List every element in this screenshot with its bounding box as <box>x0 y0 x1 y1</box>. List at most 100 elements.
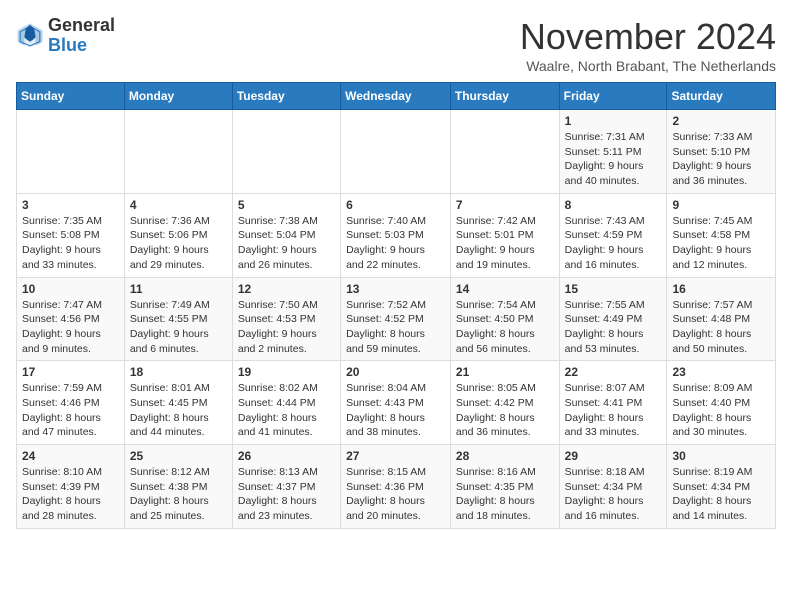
day-number: 12 <box>238 282 335 296</box>
day-number: 11 <box>130 282 227 296</box>
calendar-cell: 22Sunrise: 8:07 AM Sunset: 4:41 PM Dayli… <box>559 361 667 445</box>
day-info: Sunrise: 7:59 AM Sunset: 4:46 PM Dayligh… <box>22 381 119 440</box>
day-info: Sunrise: 7:49 AM Sunset: 4:55 PM Dayligh… <box>130 298 227 357</box>
calendar-cell: 3Sunrise: 7:35 AM Sunset: 5:08 PM Daylig… <box>17 193 125 277</box>
calendar-cell: 14 Sunrise: 7:54 AM Sunset: 4:50 PM Dayli… <box>450 277 559 361</box>
day-number: 26 <box>238 449 335 463</box>
day-info: Sunrise: 8:15 AM Sunset: 4:36 PM Dayligh… <box>346 465 445 524</box>
day-number: 24 <box>22 449 119 463</box>
logo-blue: Blue <box>48 35 87 55</box>
day-number: 8 <box>565 198 662 212</box>
calendar-cell: 21 Sunrise: 8:05 AM Sunset: 4:42 PM Dayli… <box>450 361 559 445</box>
calendar-cell <box>17 110 125 194</box>
calendar-cell: 28Sunrise: 8:16 AM Sunset: 4:35 PM Dayli… <box>450 445 559 529</box>
weekday-header-sunday: Sunday <box>17 83 125 110</box>
calendar-cell: 10Sunrise: 7:47 AM Sunset: 4:56 PM Dayli… <box>17 277 125 361</box>
day-number: 23 <box>672 365 770 379</box>
logo-general: General <box>48 15 115 35</box>
day-info: Sunrise: 7:31 AM Sunset: 5:11 PM Dayligh… <box>565 130 662 189</box>
day-info: Sunrise: 7:36 AM Sunset: 5:06 PM Dayligh… <box>130 214 227 273</box>
day-number: 16 <box>672 282 770 296</box>
day-number: 17 <box>22 365 119 379</box>
calendar-cell: 26 Sunrise: 8:13 AM Sunset: 4:37 PM Dayli… <box>232 445 340 529</box>
calendar-cell: 17 Sunrise: 7:59 AM Sunset: 4:46 PM Dayli… <box>17 361 125 445</box>
day-info: Sunrise: 8:16 AM Sunset: 4:35 PM Dayligh… <box>456 465 554 524</box>
weekday-header-monday: Monday <box>124 83 232 110</box>
calendar-cell <box>450 110 559 194</box>
calendar-week-row: 17 Sunrise: 7:59 AM Sunset: 4:46 PM Dayli… <box>17 361 776 445</box>
calendar-cell: 13 Sunrise: 7:52 AM Sunset: 4:52 PM Dayli… <box>341 277 451 361</box>
day-number: 20 <box>346 365 445 379</box>
day-number: 27 <box>346 449 445 463</box>
day-info: Sunrise: 7:45 AM Sunset: 4:58 PM Dayligh… <box>672 214 770 273</box>
day-number: 1 <box>565 114 662 128</box>
calendar-cell: 7 Sunrise: 7:42 AM Sunset: 5:01 PM Daylig… <box>450 193 559 277</box>
day-info: Sunrise: 8:12 AM Sunset: 4:38 PM Dayligh… <box>130 465 227 524</box>
day-number: 25 <box>130 449 227 463</box>
day-info: Sunrise: 8:05 AM Sunset: 4:42 PM Dayligh… <box>456 381 554 440</box>
day-info: Sunrise: 8:02 AM Sunset: 4:44 PM Dayligh… <box>238 381 335 440</box>
calendar-cell: 27 Sunrise: 8:15 AM Sunset: 4:36 PM Dayli… <box>341 445 451 529</box>
day-number: 30 <box>672 449 770 463</box>
calendar-cell <box>232 110 340 194</box>
day-info: Sunrise: 7:40 AM Sunset: 5:03 PM Dayligh… <box>346 214 445 273</box>
day-info: Sunrise: 8:10 AM Sunset: 4:39 PM Dayligh… <box>22 465 119 524</box>
calendar-cell: 18Sunrise: 8:01 AM Sunset: 4:45 PM Dayli… <box>124 361 232 445</box>
day-info: Sunrise: 7:38 AM Sunset: 5:04 PM Dayligh… <box>238 214 335 273</box>
calendar-cell: 2 Sunrise: 7:33 AM Sunset: 5:10 PM Daylig… <box>667 110 776 194</box>
logo: General Blue <box>16 16 115 56</box>
page-header: General Blue November 2024 Waalre, North… <box>16 16 776 74</box>
day-info: Sunrise: 8:13 AM Sunset: 4:37 PM Dayligh… <box>238 465 335 524</box>
day-number: 14 <box>456 282 554 296</box>
calendar-week-row: 10Sunrise: 7:47 AM Sunset: 4:56 PM Dayli… <box>17 277 776 361</box>
calendar-cell <box>341 110 451 194</box>
calendar-week-row: 24 Sunrise: 8:10 AM Sunset: 4:39 PM Dayli… <box>17 445 776 529</box>
weekday-header-saturday: Saturday <box>667 83 776 110</box>
day-info: Sunrise: 8:19 AM Sunset: 4:34 PM Dayligh… <box>672 465 770 524</box>
day-info: Sunrise: 7:47 AM Sunset: 4:56 PM Dayligh… <box>22 298 119 357</box>
day-info: Sunrise: 7:54 AM Sunset: 4:50 PM Dayligh… <box>456 298 554 357</box>
day-info: Sunrise: 7:55 AM Sunset: 4:49 PM Dayligh… <box>565 298 662 357</box>
weekday-header-wednesday: Wednesday <box>341 83 451 110</box>
day-number: 13 <box>346 282 445 296</box>
day-info: Sunrise: 8:04 AM Sunset: 4:43 PM Dayligh… <box>346 381 445 440</box>
day-number: 21 <box>456 365 554 379</box>
day-info: Sunrise: 7:50 AM Sunset: 4:53 PM Dayligh… <box>238 298 335 357</box>
calendar-cell: 6Sunrise: 7:40 AM Sunset: 5:03 PM Daylig… <box>341 193 451 277</box>
day-info: Sunrise: 8:18 AM Sunset: 4:34 PM Dayligh… <box>565 465 662 524</box>
weekday-header-tuesday: Tuesday <box>232 83 340 110</box>
day-number: 29 <box>565 449 662 463</box>
logo-text: General Blue <box>48 16 115 56</box>
day-number: 4 <box>130 198 227 212</box>
weekday-header-thursday: Thursday <box>450 83 559 110</box>
weekday-header-friday: Friday <box>559 83 667 110</box>
calendar-cell: 16 Sunrise: 7:57 AM Sunset: 4:48 PM Dayli… <box>667 277 776 361</box>
logo-icon <box>16 22 44 50</box>
calendar-cell: 4 Sunrise: 7:36 AM Sunset: 5:06 PM Daylig… <box>124 193 232 277</box>
day-info: Sunrise: 7:52 AM Sunset: 4:52 PM Dayligh… <box>346 298 445 357</box>
day-number: 7 <box>456 198 554 212</box>
day-info: Sunrise: 7:57 AM Sunset: 4:48 PM Dayligh… <box>672 298 770 357</box>
calendar-cell: 25 Sunrise: 8:12 AM Sunset: 4:38 PM Dayli… <box>124 445 232 529</box>
day-info: Sunrise: 7:43 AM Sunset: 4:59 PM Dayligh… <box>565 214 662 273</box>
day-number: 9 <box>672 198 770 212</box>
calendar-cell: 29 Sunrise: 8:18 AM Sunset: 4:34 PM Dayli… <box>559 445 667 529</box>
calendar-cell: 12 Sunrise: 7:50 AM Sunset: 4:53 PM Dayli… <box>232 277 340 361</box>
day-info: Sunrise: 7:33 AM Sunset: 5:10 PM Dayligh… <box>672 130 770 189</box>
day-number: 2 <box>672 114 770 128</box>
calendar-cell: 8 Sunrise: 7:43 AM Sunset: 4:59 PM Daylig… <box>559 193 667 277</box>
day-info: Sunrise: 7:42 AM Sunset: 5:01 PM Dayligh… <box>456 214 554 273</box>
calendar-cell: 1 Sunrise: 7:31 AM Sunset: 5:11 PM Daylig… <box>559 110 667 194</box>
location: Waalre, North Brabant, The Netherlands <box>520 58 776 74</box>
calendar-cell: 24 Sunrise: 8:10 AM Sunset: 4:39 PM Dayli… <box>17 445 125 529</box>
day-info: Sunrise: 7:35 AM Sunset: 5:08 PM Dayligh… <box>22 214 119 273</box>
calendar-cell <box>124 110 232 194</box>
day-number: 15 <box>565 282 662 296</box>
title-block: November 2024 Waalre, North Brabant, The… <box>520 16 776 74</box>
day-number: 22 <box>565 365 662 379</box>
calendar-cell: 23 Sunrise: 8:09 AM Sunset: 4:40 PM Dayli… <box>667 361 776 445</box>
month-title: November 2024 <box>520 16 776 58</box>
day-info: Sunrise: 8:01 AM Sunset: 4:45 PM Dayligh… <box>130 381 227 440</box>
day-info: Sunrise: 8:09 AM Sunset: 4:40 PM Dayligh… <box>672 381 770 440</box>
calendar-week-row: 1 Sunrise: 7:31 AM Sunset: 5:11 PM Daylig… <box>17 110 776 194</box>
